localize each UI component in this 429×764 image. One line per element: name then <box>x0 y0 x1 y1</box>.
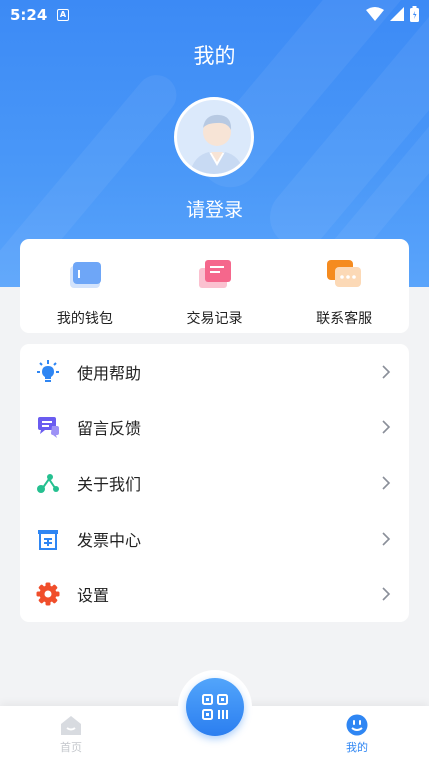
gear-icon <box>36 582 60 606</box>
records-icon <box>198 260 231 288</box>
chevron-right-icon <box>382 476 391 490</box>
scan-button[interactable] <box>186 678 244 736</box>
menu-item-label: 设置 <box>77 586 110 606</box>
share-nodes-icon <box>36 471 60 495</box>
tab-home[interactable]: 首页 <box>41 714 101 755</box>
quick-item-support[interactable]: 联系客服 <box>279 239 409 333</box>
menu-item-label: 使用帮助 <box>77 363 142 383</box>
menu-item-invoice[interactable]: 发票中心 <box>20 511 409 567</box>
avatar[interactable] <box>174 97 254 177</box>
wifi-icon <box>366 7 384 21</box>
tab-mine[interactable]: 我的 <box>327 714 387 755</box>
menu-card: 使用帮助 留言反馈 关于我们 发票中心 设置 <box>20 344 409 622</box>
notification-icon: A <box>57 9 69 21</box>
status-time: 5:24 <box>10 6 48 24</box>
status-bar: 5:24 A <box>0 0 429 30</box>
smiley-icon <box>346 714 368 736</box>
menu-item-settings[interactable]: 设置 <box>20 566 409 622</box>
menu-item-label: 发票中心 <box>77 530 142 550</box>
chevron-right-icon <box>382 365 391 379</box>
feedback-icon <box>36 415 60 439</box>
signal-icon <box>390 7 404 21</box>
chevron-right-icon <box>382 420 391 434</box>
wallet-icon <box>69 262 101 288</box>
tab-label: 我的 <box>346 741 368 754</box>
chevron-right-icon <box>382 587 391 601</box>
login-link[interactable]: 请登录 <box>0 195 429 222</box>
chevron-right-icon <box>382 532 391 546</box>
quick-item-records[interactable]: 交易记录 <box>150 239 280 333</box>
qr-code-icon <box>202 694 228 720</box>
menu-item-feedback[interactable]: 留言反馈 <box>20 400 409 456</box>
home-icon <box>61 716 81 735</box>
tab-label: 首页 <box>60 741 82 754</box>
quick-item-label: 交易记录 <box>186 311 243 327</box>
lightbulb-icon <box>36 359 60 384</box>
quick-item-label: 联系客服 <box>316 311 373 327</box>
menu-item-label: 留言反馈 <box>77 419 142 439</box>
menu-item-label: 关于我们 <box>77 474 142 494</box>
quick-item-label: 我的钱包 <box>56 311 113 327</box>
quick-actions-card: 我的钱包 交易记录 联系客服 <box>20 239 409 333</box>
menu-item-help[interactable]: 使用帮助 <box>20 344 409 400</box>
invoice-icon <box>36 527 60 551</box>
page-title: 我的 <box>193 44 236 68</box>
quick-item-wallet[interactable]: 我的钱包 <box>20 239 150 333</box>
chat-support-icon <box>327 260 362 287</box>
menu-item-about[interactable]: 关于我们 <box>20 455 409 511</box>
battery-icon <box>410 6 419 22</box>
